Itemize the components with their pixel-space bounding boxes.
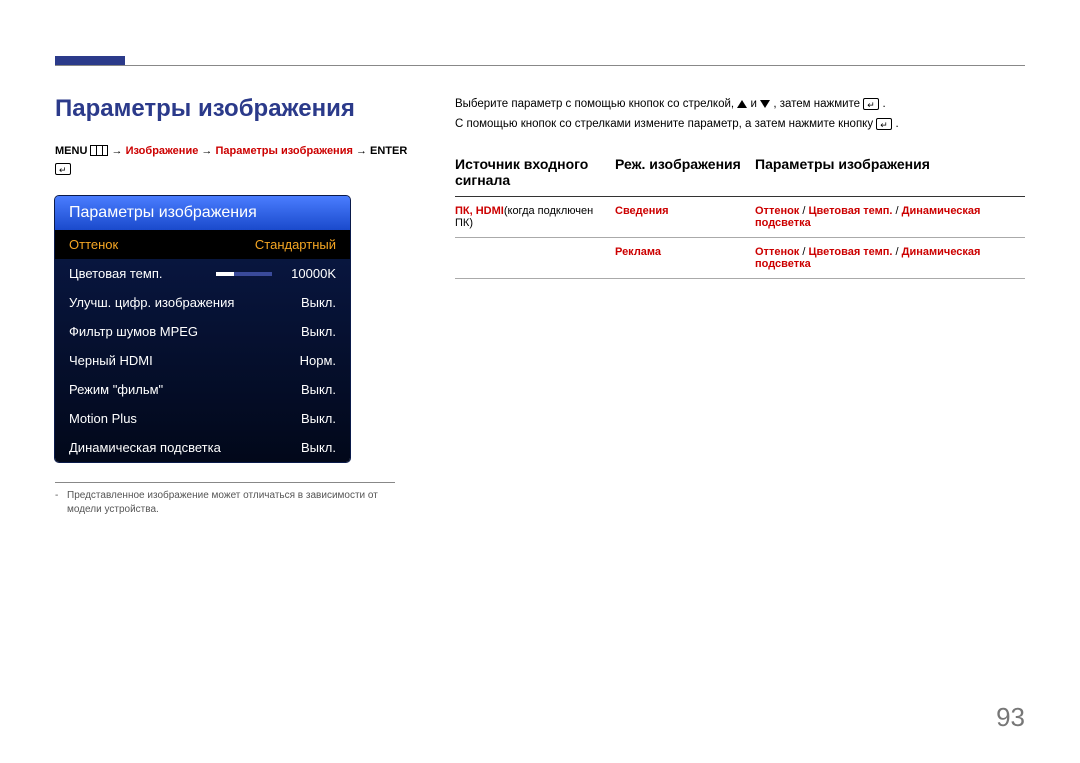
osd-value: Выкл. bbox=[280, 411, 336, 426]
osd-value: Норм. bbox=[280, 353, 336, 368]
table-cell-mode: Сведения bbox=[615, 205, 755, 229]
osd-label: Motion Plus bbox=[69, 411, 280, 426]
table-header-source: Источник входного сигнала bbox=[455, 156, 615, 188]
osd-row-mpeg-noise[interactable]: Фильтр шумов MPEG Выкл. bbox=[55, 317, 350, 346]
osd-slider[interactable] bbox=[216, 272, 272, 276]
opt: Цветовая темп. bbox=[809, 205, 893, 217]
footnote-text: Представленное изображение может отличат… bbox=[55, 489, 395, 517]
osd-row-color-temp[interactable]: Цветовая темп. 10000K bbox=[55, 259, 350, 288]
instruction-text: С помощью кнопок со стрелками измените п… bbox=[455, 118, 876, 130]
instructions: Выберите параметр с помощью кнопок со ст… bbox=[455, 95, 1025, 134]
osd-value: 10000K bbox=[280, 266, 336, 281]
instruction-text: . bbox=[882, 98, 885, 110]
breadcrumb-arrow: → bbox=[201, 145, 215, 157]
osd-label: Цветовая темп. bbox=[69, 266, 208, 281]
opt-sep: / bbox=[893, 246, 902, 258]
osd-row-motion-plus[interactable]: Motion Plus Выкл. bbox=[55, 404, 350, 433]
breadcrumb-enter-label: ENTER bbox=[370, 145, 407, 157]
osd-value: Выкл. bbox=[280, 295, 336, 310]
enter-icon bbox=[863, 98, 879, 110]
instruction-text: . bbox=[895, 118, 898, 130]
enter-icon bbox=[55, 163, 71, 175]
osd-row-film-mode[interactable]: Режим "фильм" Выкл. bbox=[55, 375, 350, 404]
instruction-text: и bbox=[750, 98, 760, 110]
breadcrumb-step-1: Изображение bbox=[126, 145, 199, 157]
table-header-row: Источник входного сигнала Реж. изображен… bbox=[455, 156, 1025, 197]
source-red: ПК, HDMI bbox=[455, 205, 504, 217]
osd-label: Динамическая подсветка bbox=[69, 440, 280, 455]
table-cell-mode: Реклама bbox=[615, 246, 755, 270]
table-cell-source bbox=[455, 246, 615, 270]
osd-label: Фильтр шумов MPEG bbox=[69, 324, 280, 339]
osd-title: Параметры изображения bbox=[55, 196, 350, 230]
opt: Цветовая темп. bbox=[809, 246, 893, 258]
arrow-down-icon bbox=[760, 100, 770, 108]
table-row: Реклама Оттенок / Цветовая темп. / Динам… bbox=[455, 238, 1025, 279]
table-header-options: Параметры изображения bbox=[755, 156, 1025, 188]
table-cell-source: ПК, HDMI(когда подключен ПК) bbox=[455, 205, 615, 229]
osd-panel: Параметры изображения Оттенок Стандартны… bbox=[55, 196, 350, 462]
page-number: 93 bbox=[996, 702, 1025, 733]
breadcrumb-step-2: Параметры изображения bbox=[215, 145, 352, 157]
osd-row-digital-clean[interactable]: Улучш. цифр. изображения Выкл. bbox=[55, 288, 350, 317]
osd-label: Оттенок bbox=[69, 237, 255, 252]
osd-label: Улучш. цифр. изображения bbox=[69, 295, 280, 310]
opt-sep: / bbox=[893, 205, 902, 217]
enter-icon bbox=[876, 118, 892, 130]
opt-sep: / bbox=[799, 246, 808, 258]
instruction-text: Выберите параметр с помощью кнопок со ст… bbox=[455, 98, 737, 110]
osd-value: Выкл. bbox=[280, 324, 336, 339]
table-header-mode: Реж. изображения bbox=[615, 156, 755, 188]
osd-label: Черный HDMI bbox=[69, 353, 280, 368]
opt-sep: / bbox=[799, 205, 808, 217]
osd-label: Режим "фильм" bbox=[69, 382, 280, 397]
page-title: Параметры изображения bbox=[55, 95, 440, 123]
osd-value: Выкл. bbox=[280, 440, 336, 455]
table-row: ПК, HDMI(когда подключен ПК) Сведения От… bbox=[455, 197, 1025, 238]
breadcrumb: MENU → Изображение → Параметры изображен… bbox=[55, 143, 440, 178]
menu-icon bbox=[90, 145, 108, 156]
breadcrumb-arrow: → bbox=[112, 145, 126, 157]
breadcrumb-menu-label: MENU bbox=[55, 145, 87, 157]
osd-row-dynamic-backlight[interactable]: Динамическая подсветка Выкл. bbox=[55, 433, 350, 462]
osd-value: Стандартный bbox=[255, 237, 336, 252]
osd-row-tint[interactable]: Оттенок Стандартный bbox=[55, 230, 350, 259]
breadcrumb-arrow: → bbox=[356, 145, 370, 157]
instruction-text: , затем нажмите bbox=[773, 98, 863, 110]
opt: Оттенок bbox=[755, 205, 799, 217]
table-cell-options: Оттенок / Цветовая темп. / Динамическая … bbox=[755, 205, 1025, 229]
arrow-up-icon bbox=[737, 100, 747, 108]
osd-row-hdmi-black[interactable]: Черный HDMI Норм. bbox=[55, 346, 350, 375]
table-cell-options: Оттенок / Цветовая темп. / Динамическая … bbox=[755, 246, 1025, 270]
footnote-separator: Представленное изображение может отличат… bbox=[55, 482, 395, 517]
osd-value: Выкл. bbox=[280, 382, 336, 397]
opt: Оттенок bbox=[755, 246, 799, 258]
